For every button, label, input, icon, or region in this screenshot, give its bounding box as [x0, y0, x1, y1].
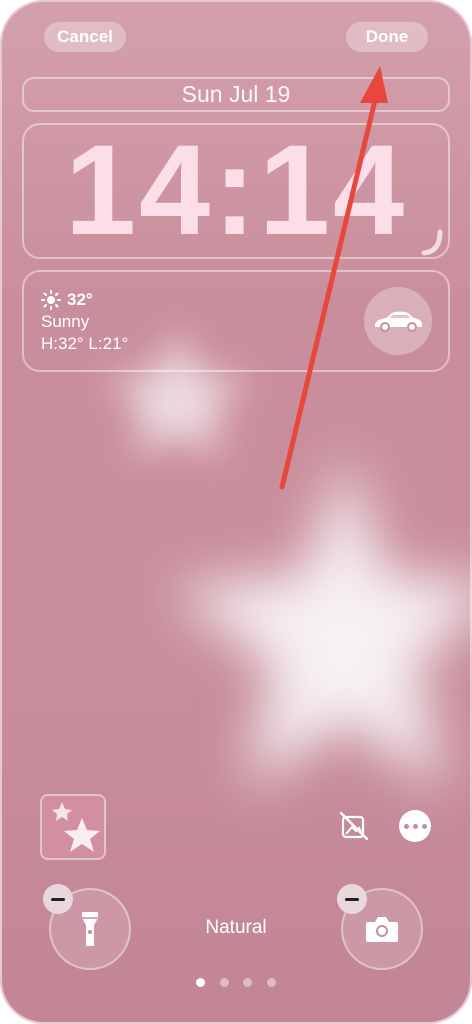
annotation-arrow-icon	[279, 66, 388, 490]
lock-screen-editor: Cancel Done Sun Jul 19 14:14 32° Sunny H…	[0, 0, 472, 1024]
